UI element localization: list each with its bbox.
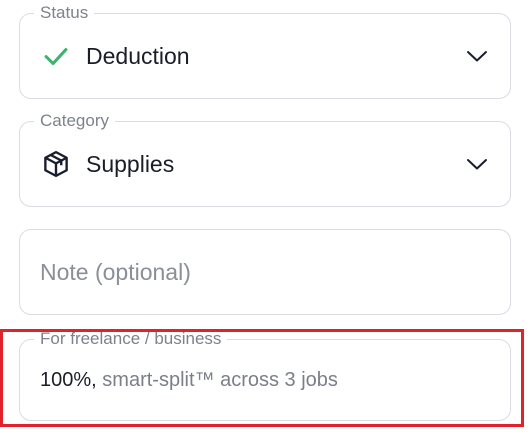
chevron-down-icon[interactable] [464,43,490,69]
note-input[interactable]: Note (optional) [40,230,490,314]
status-value: Deduction [86,42,190,69]
status-select[interactable]: Deduction [40,14,490,98]
category-value: Supplies [86,150,175,177]
check-icon [40,40,72,72]
category-select[interactable]: Supplies [40,122,490,206]
note-field[interactable]: Note (optional) [19,229,511,315]
note-placeholder: Note (optional) [40,258,191,285]
status-field[interactable]: Status Deduction [19,2,511,99]
highlight-outline [0,329,524,427]
chevron-down-icon[interactable] [464,151,490,177]
package-icon [40,148,72,180]
category-field[interactable]: Category Supplies [19,110,511,207]
